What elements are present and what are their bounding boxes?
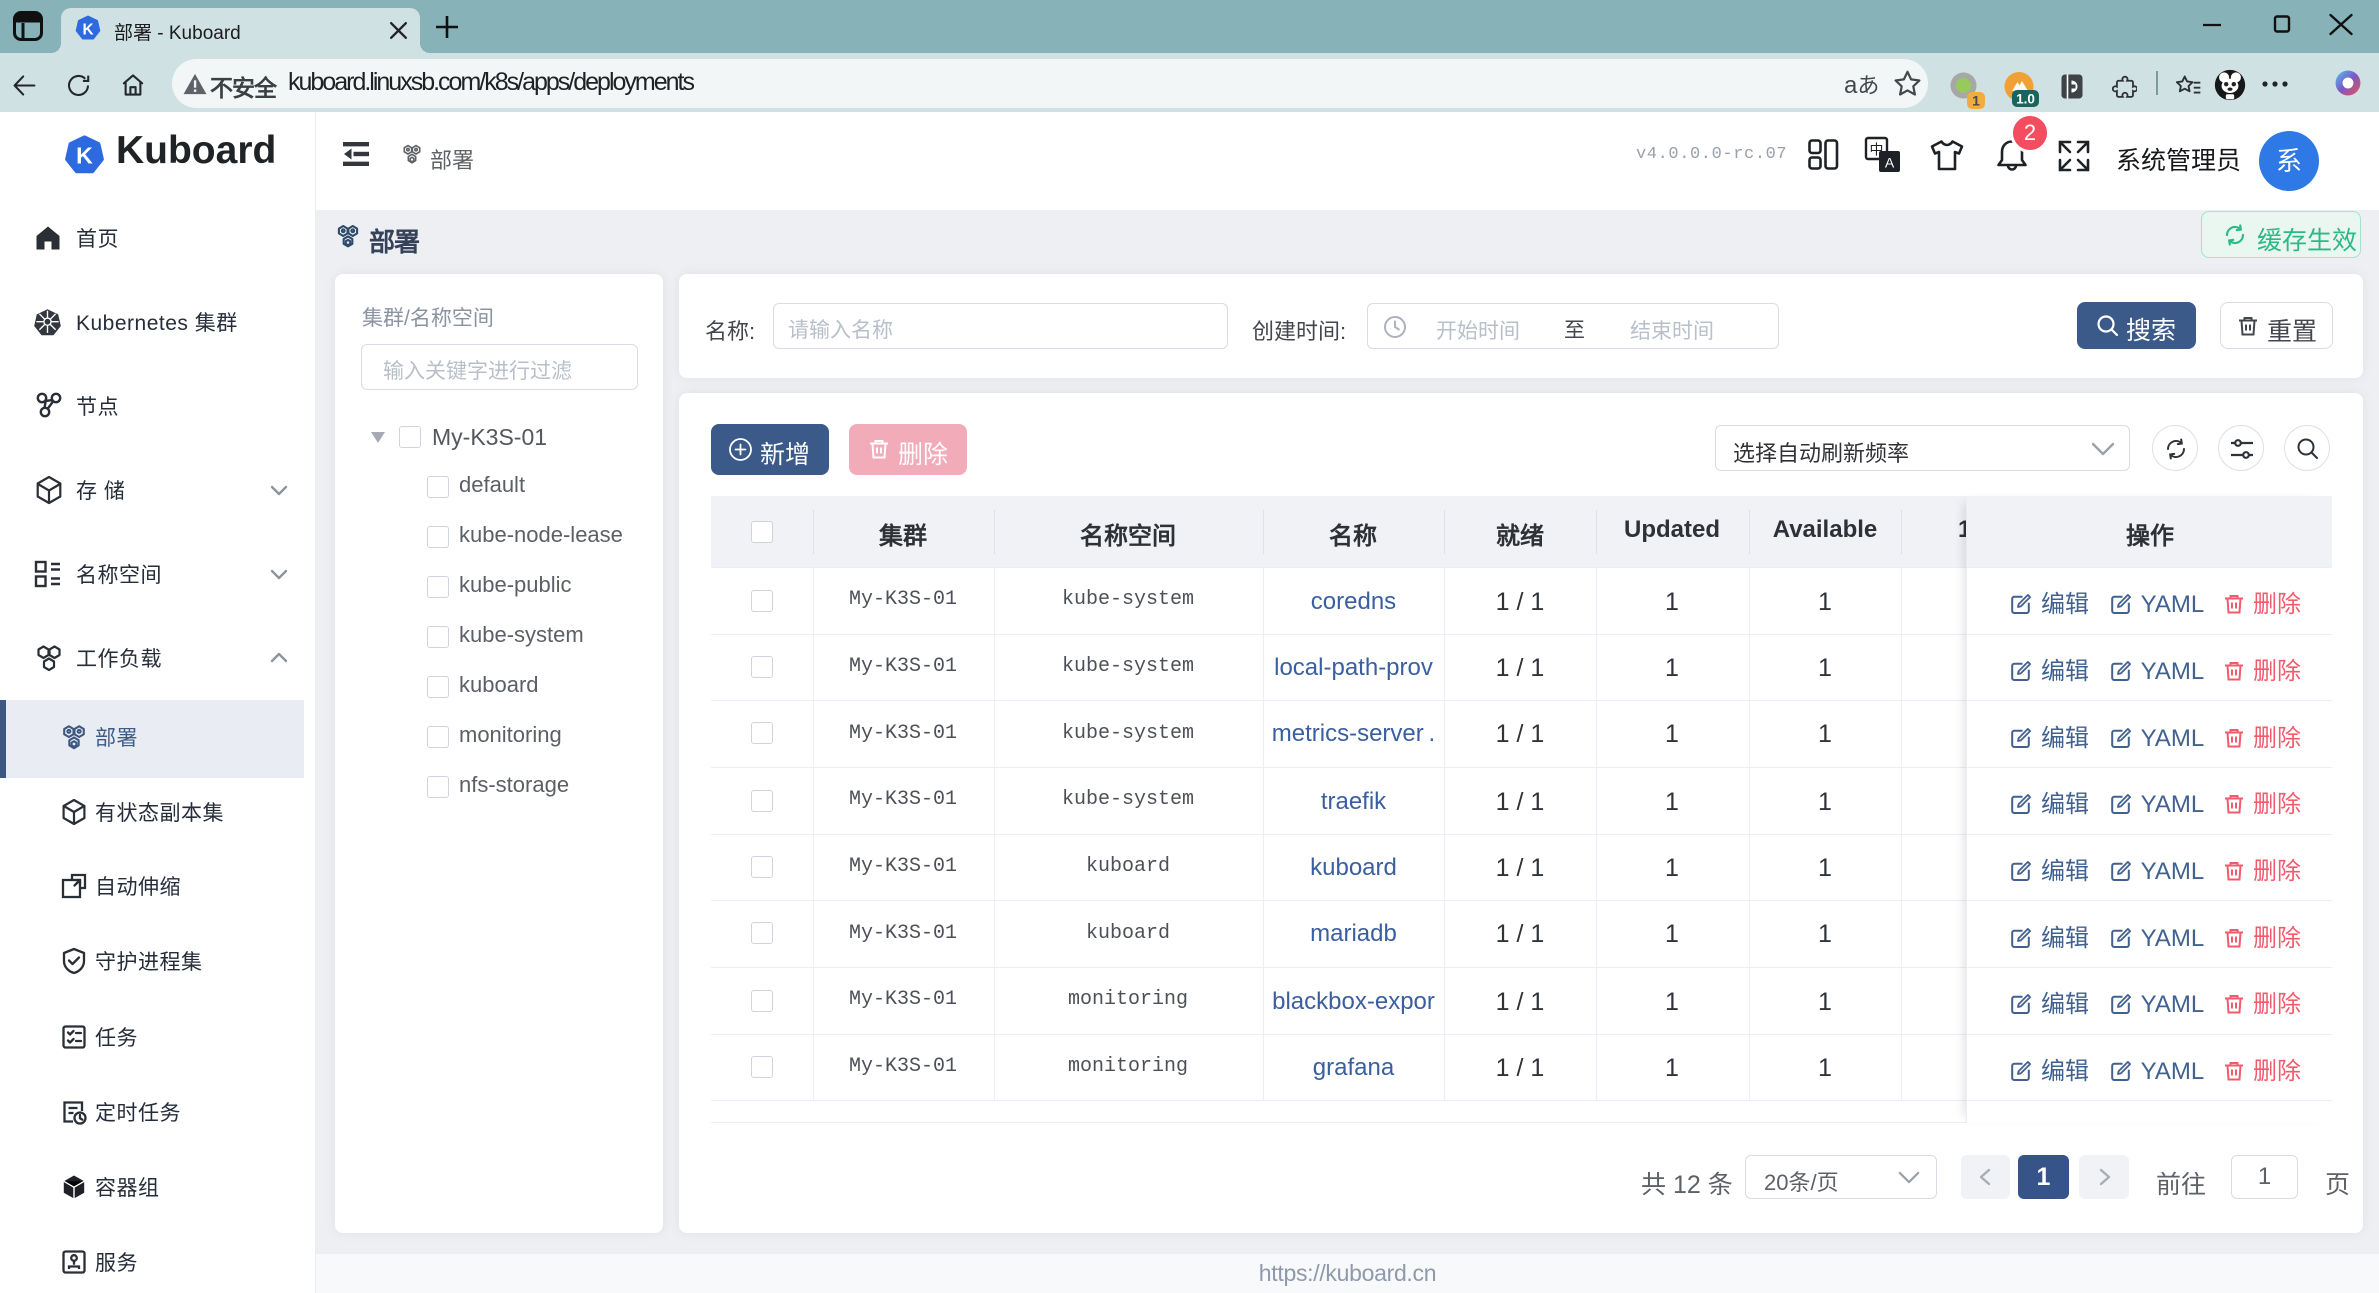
svg-text:K: K — [82, 21, 93, 38]
svg-text:1: 1 — [1972, 93, 1980, 109]
svg-text:A: A — [1885, 155, 1895, 171]
svg-text:K: K — [76, 143, 93, 169]
svg-text:1.0: 1.0 — [2016, 92, 2035, 107]
